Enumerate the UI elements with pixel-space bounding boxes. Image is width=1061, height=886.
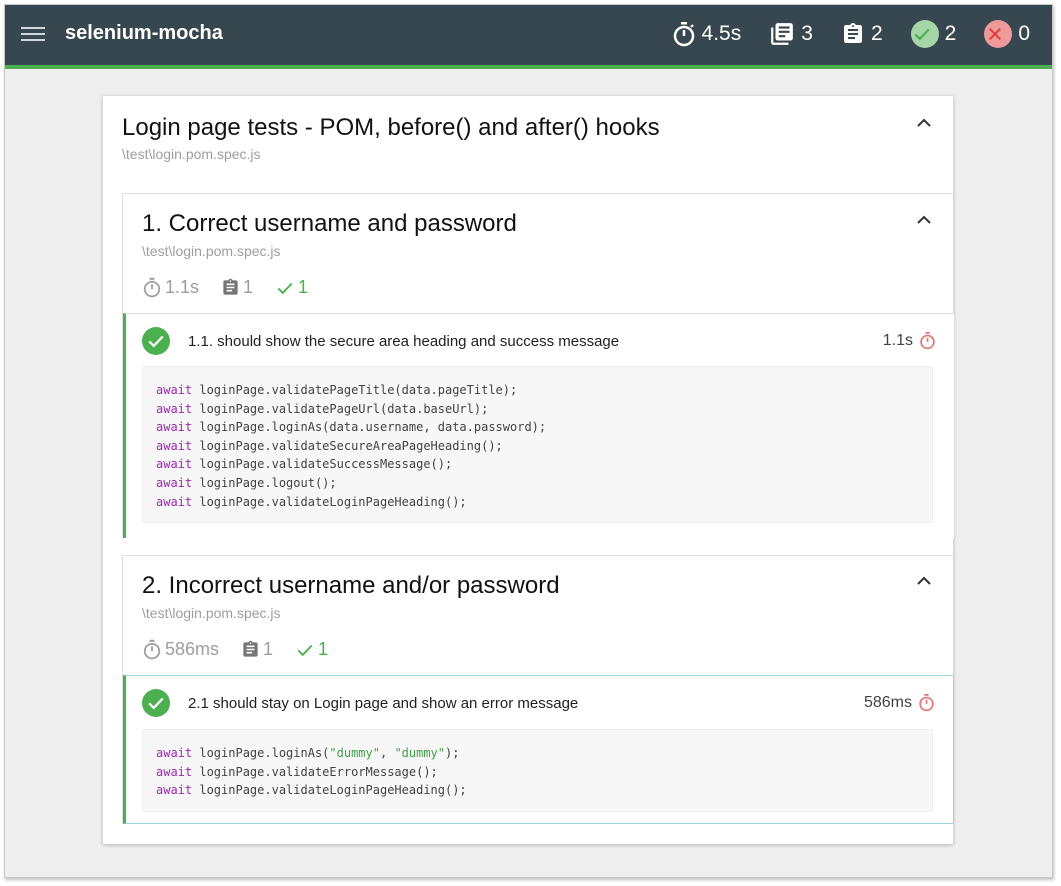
- subsuite-file: \test\login.pom.spec.js: [142, 605, 281, 621]
- subsuite-tests: 1: [221, 277, 253, 298]
- suite-title: Login page tests - POM, before() and aft…: [122, 114, 660, 141]
- code-line: await loginPage.loginAs("dummy", "dummy"…: [156, 746, 460, 760]
- test-case[interactable]: 2.1 should stay on Login page and show a…: [123, 675, 954, 824]
- subsuite-correct-credentials: 1. Correct username and password \test\l…: [122, 193, 954, 538]
- test-title: 2.1 should stay on Login page and show a…: [188, 695, 579, 712]
- stat-duration[interactable]: 4.5s: [672, 17, 742, 51]
- clipboard-icon: [243, 640, 258, 657]
- code-line: await loginPage.validateSecureAreaPageHe…: [156, 438, 503, 453]
- stopwatch-icon: [143, 277, 161, 298]
- summary-stats: 4.5s 3 2 2 0: [644, 17, 1030, 51]
- passed-check-icon: [142, 327, 170, 355]
- top-bar: selenium-mocha 4.5s 3 2 2 0: [5, 5, 1052, 65]
- stat-failures[interactable]: 0: [984, 17, 1030, 51]
- subsuite-passes: 1: [295, 639, 328, 660]
- code-line: await loginPage.logout();: [156, 475, 337, 490]
- subsuite-tests: 1: [241, 639, 273, 660]
- code-line: await loginPage.validateLoginPageHeading…: [156, 494, 467, 509]
- clipboard-icon: [223, 278, 238, 295]
- test-duration: 1.1s: [883, 331, 936, 350]
- stopwatch-icon: [143, 639, 161, 660]
- test-title: 1.1. should show the secure area heading…: [188, 333, 620, 350]
- stopwatch-icon: [920, 332, 935, 350]
- subsuite-passes: 1: [275, 277, 308, 298]
- subsuite-file: \test\login.pom.spec.js: [142, 243, 281, 259]
- stat-suites-value: 3: [801, 22, 813, 45]
- clipboard-icon: [843, 23, 862, 43]
- check-icon: [277, 282, 293, 294]
- stat-passes-value: 2: [944, 22, 957, 45]
- subsuite-duration: 586ms: [142, 639, 219, 660]
- check-icon: [297, 644, 313, 656]
- stopwatch-icon: [673, 22, 694, 47]
- stat-suites[interactable]: 3: [769, 17, 813, 51]
- subsuite-title: 1. Correct username and password: [142, 210, 517, 237]
- subsuite-stats: 1.1s 1 1: [142, 277, 330, 298]
- stat-failures-value: 0: [1018, 22, 1030, 45]
- test-duration: 586ms: [864, 693, 935, 712]
- chevron-up-icon[interactable]: [916, 215, 932, 225]
- check-circle-icon: [910, 20, 939, 48]
- stat-passes[interactable]: 2: [910, 17, 957, 51]
- stat-tests-value: 2: [870, 22, 883, 45]
- menu-icon[interactable]: [21, 24, 45, 44]
- test-case[interactable]: 1.1. should show the secure area heading…: [123, 313, 954, 538]
- suite-file: \test\login.pom.spec.js: [122, 146, 261, 162]
- subsuite-duration: 1.1s: [142, 277, 199, 298]
- library-books-icon: [771, 23, 794, 45]
- chevron-up-icon[interactable]: [916, 576, 932, 586]
- subsuite-incorrect-credentials: 2. Incorrect username and/or password \t…: [122, 555, 954, 824]
- code-line: await loginPage.loginAs(data.username, d…: [156, 420, 547, 435]
- subsuite-title: 2. Incorrect username and/or password: [142, 572, 560, 599]
- topbar-accent-bar: [5, 65, 1052, 69]
- code-line: await loginPage.validateErrorMessage();: [156, 764, 438, 779]
- subsuite-stats: 586ms 1 1: [142, 639, 350, 660]
- test-code-block: await loginPage.validatePageTitle(data.p…: [142, 366, 933, 523]
- stat-duration-value: 4.5s: [701, 22, 742, 45]
- stat-tests[interactable]: 2: [841, 17, 883, 51]
- report-window: selenium-mocha 4.5s 3 2 2 0 Login page t…: [4, 4, 1053, 878]
- app-title: selenium-mocha: [65, 22, 223, 44]
- suite-card: Login page tests - POM, before() and aft…: [103, 96, 954, 844]
- passed-check-icon: [142, 689, 170, 717]
- stopwatch-icon: [919, 694, 934, 712]
- code-line: await loginPage.validatePageTitle(data.p…: [156, 383, 518, 397]
- code-line: await loginPage.validateSuccessMessage()…: [156, 457, 453, 472]
- code-line: await loginPage.validateLoginPageHeading…: [156, 783, 467, 798]
- chevron-up-icon[interactable]: [916, 118, 932, 128]
- test-code-block: await loginPage.loginAs("dummy", "dummy"…: [142, 729, 933, 812]
- close-circle-icon: [984, 20, 1013, 48]
- code-line: await loginPage.validatePageUrl(data.bas…: [156, 401, 489, 416]
